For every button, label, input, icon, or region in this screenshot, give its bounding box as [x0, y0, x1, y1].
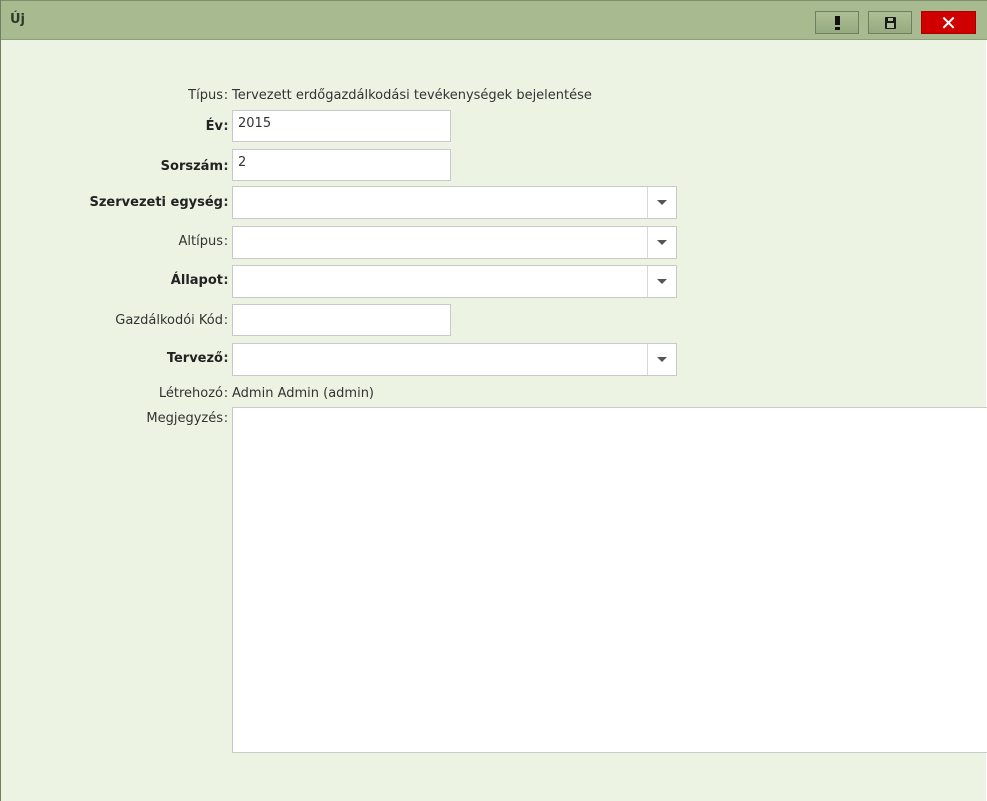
- altipus-select[interactable]: [232, 226, 677, 259]
- title-bar[interactable]: Új ✕: [1, 0, 987, 40]
- tipus-colon: :: [223, 88, 229, 103]
- window-title: Új: [10, 12, 26, 27]
- exclamation-icon: [834, 16, 840, 30]
- floppy-icon: [884, 16, 896, 29]
- altipus-dropdown-button[interactable]: [647, 227, 676, 258]
- szervezeti-egyseg-colon: :: [223, 195, 229, 210]
- szervezeti-egyseg-label: Szervezeti egység: [89, 195, 224, 210]
- szervezeti-egyseg-select[interactable]: [232, 186, 677, 219]
- gazdalkodoi-kod-label: Gazdálkodói Kód: [115, 313, 223, 328]
- ev-colon: :: [223, 119, 229, 134]
- ev-label: Év: [205, 119, 223, 134]
- chevron-down-icon: [657, 279, 667, 284]
- sorszam-colon: :: [223, 159, 229, 174]
- close-button[interactable]: ✕: [921, 10, 976, 35]
- sorszam-label: Sorszám: [160, 159, 223, 174]
- save-button[interactable]: [868, 11, 912, 34]
- chevron-down-icon: [657, 240, 667, 245]
- szervezeti-egyseg-dropdown-button[interactable]: [647, 187, 676, 218]
- tervezo-select[interactable]: [232, 343, 677, 376]
- letrehozo-value: Admin Admin (admin): [232, 386, 375, 401]
- gazdalkodoi-kod-input[interactable]: [232, 304, 451, 336]
- tervezo-colon: :: [223, 351, 229, 366]
- allapot-label: Állapot: [170, 273, 223, 288]
- ev-input[interactable]: 2015: [232, 110, 451, 142]
- alert-button[interactable]: [815, 11, 859, 34]
- dialog-window: Új ✕ Típus : Tervezett erdőgazdálkodási …: [0, 0, 987, 801]
- allapot-dropdown-button[interactable]: [647, 266, 676, 297]
- sorszam-input[interactable]: 2: [232, 149, 451, 181]
- letrehozo-label: Létrehozó: [158, 386, 223, 401]
- allapot-colon: :: [223, 273, 229, 288]
- megjegyzes-textarea[interactable]: [232, 407, 987, 753]
- megjegyzes-label: Megjegyzés: [146, 411, 223, 426]
- allapot-select[interactable]: [232, 265, 677, 298]
- tipus-value: Tervezett erdőgazdálkodási tevékenységek…: [232, 88, 592, 103]
- tervezo-label: Tervező: [166, 351, 223, 366]
- tervezo-dropdown-button[interactable]: [647, 344, 676, 375]
- close-icon: ✕: [940, 10, 957, 35]
- gazdalkodoi-kod-colon: :: [223, 313, 229, 328]
- tipus-label: Típus: [188, 88, 223, 103]
- chevron-down-icon: [657, 200, 667, 205]
- letrehozo-colon: :: [223, 386, 229, 401]
- megjegyzes-colon: :: [223, 411, 229, 426]
- altipus-colon: :: [223, 234, 229, 249]
- chevron-down-icon: [657, 357, 667, 362]
- altipus-label: Altípus: [178, 234, 223, 249]
